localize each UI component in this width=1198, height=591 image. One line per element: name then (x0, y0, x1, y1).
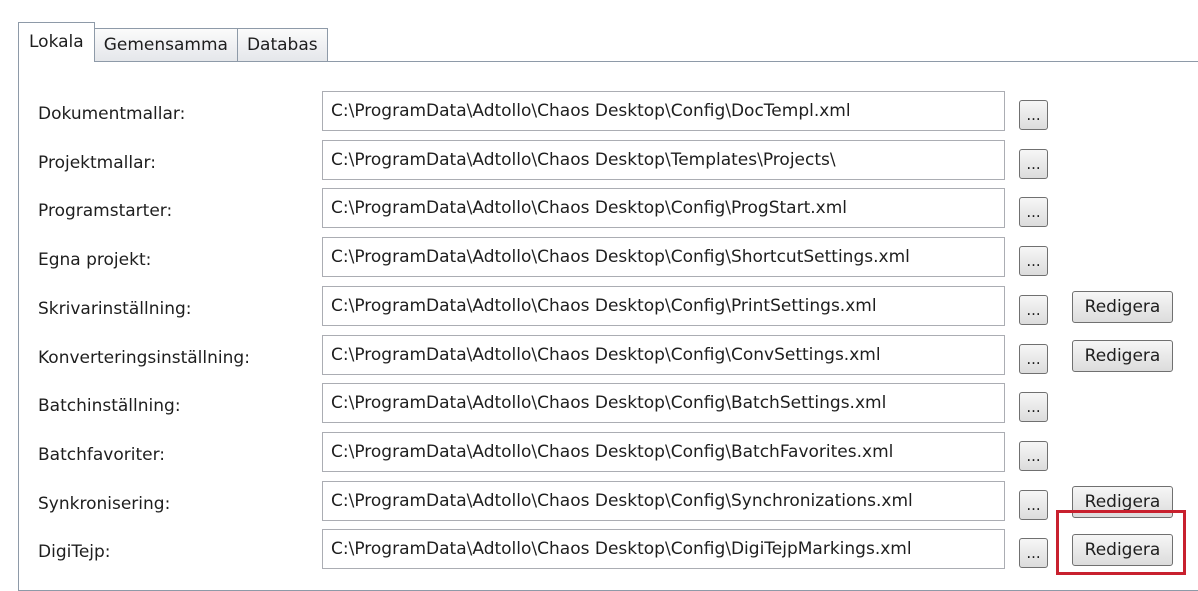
settings-row: Skrivarinställning:... Redigera (0, 286, 1198, 328)
settings-row: Konverteringsinställning:... Redigera (0, 335, 1198, 377)
browse-button[interactable]: ... (1019, 441, 1048, 471)
settings-row: Projektmallar:... (0, 140, 1198, 182)
path-input[interactable] (322, 529, 1005, 569)
browse-button[interactable]: ... (1019, 344, 1048, 374)
path-input[interactable] (322, 383, 1005, 423)
browse-button[interactable]: ... (1019, 295, 1048, 325)
path-input[interactable] (322, 335, 1005, 375)
edit-button[interactable]: Redigera (1072, 486, 1173, 518)
settings-row: DigiTejp:... Redigera (0, 529, 1198, 571)
setting-label: Projektmallar: (38, 153, 156, 173)
setting-label: Programstarter: (38, 201, 173, 221)
settings-row: Dokumentmallar:... (0, 91, 1198, 133)
setting-label: Dokumentmallar: (38, 104, 186, 124)
path-input[interactable] (322, 188, 1005, 228)
tab-databas[interactable]: Databas (236, 28, 328, 62)
browse-button[interactable]: ... (1019, 100, 1048, 130)
path-input[interactable] (322, 140, 1005, 180)
browse-button[interactable]: ... (1019, 246, 1048, 276)
tab-lokala[interactable]: Lokala (18, 22, 95, 62)
setting-label: Konverteringsinställning: (38, 348, 250, 368)
path-input[interactable] (322, 481, 1005, 521)
browse-button[interactable]: ... (1019, 149, 1048, 179)
setting-label: Batchfavoriter: (38, 445, 165, 465)
edit-button[interactable]: Redigera (1072, 340, 1173, 372)
setting-label: Skrivarinställning: (38, 299, 192, 319)
tab-gemensamma[interactable]: Gemensamma (93, 28, 238, 62)
settings-row: Egna projekt:... (0, 237, 1198, 279)
edit-button[interactable]: Redigera (1072, 534, 1173, 566)
setting-label: Batchinställning: (38, 396, 181, 416)
edit-button[interactable]: Redigera (1072, 291, 1173, 323)
path-input[interactable] (322, 432, 1005, 472)
browse-button[interactable]: ... (1019, 392, 1048, 422)
browse-button[interactable]: ... (1019, 490, 1048, 520)
path-input[interactable] (322, 91, 1005, 131)
settings-row: Synkronisering:... Redigera (0, 481, 1198, 523)
settings-row: Batchinställning:... (0, 383, 1198, 425)
settings-row: Programstarter:... (0, 188, 1198, 230)
path-input[interactable] (322, 237, 1005, 277)
setting-label: DigiTejp: (38, 542, 111, 562)
path-input[interactable] (322, 286, 1005, 326)
browse-button[interactable]: ... (1019, 197, 1048, 227)
settings-row: Batchfavoriter:... (0, 432, 1198, 474)
tab-strip: Lokala Gemensamma Databas (18, 22, 328, 62)
setting-label: Synkronisering: (38, 494, 171, 514)
setting-label: Egna projekt: (38, 250, 152, 270)
browse-button[interactable]: ... (1019, 538, 1048, 568)
